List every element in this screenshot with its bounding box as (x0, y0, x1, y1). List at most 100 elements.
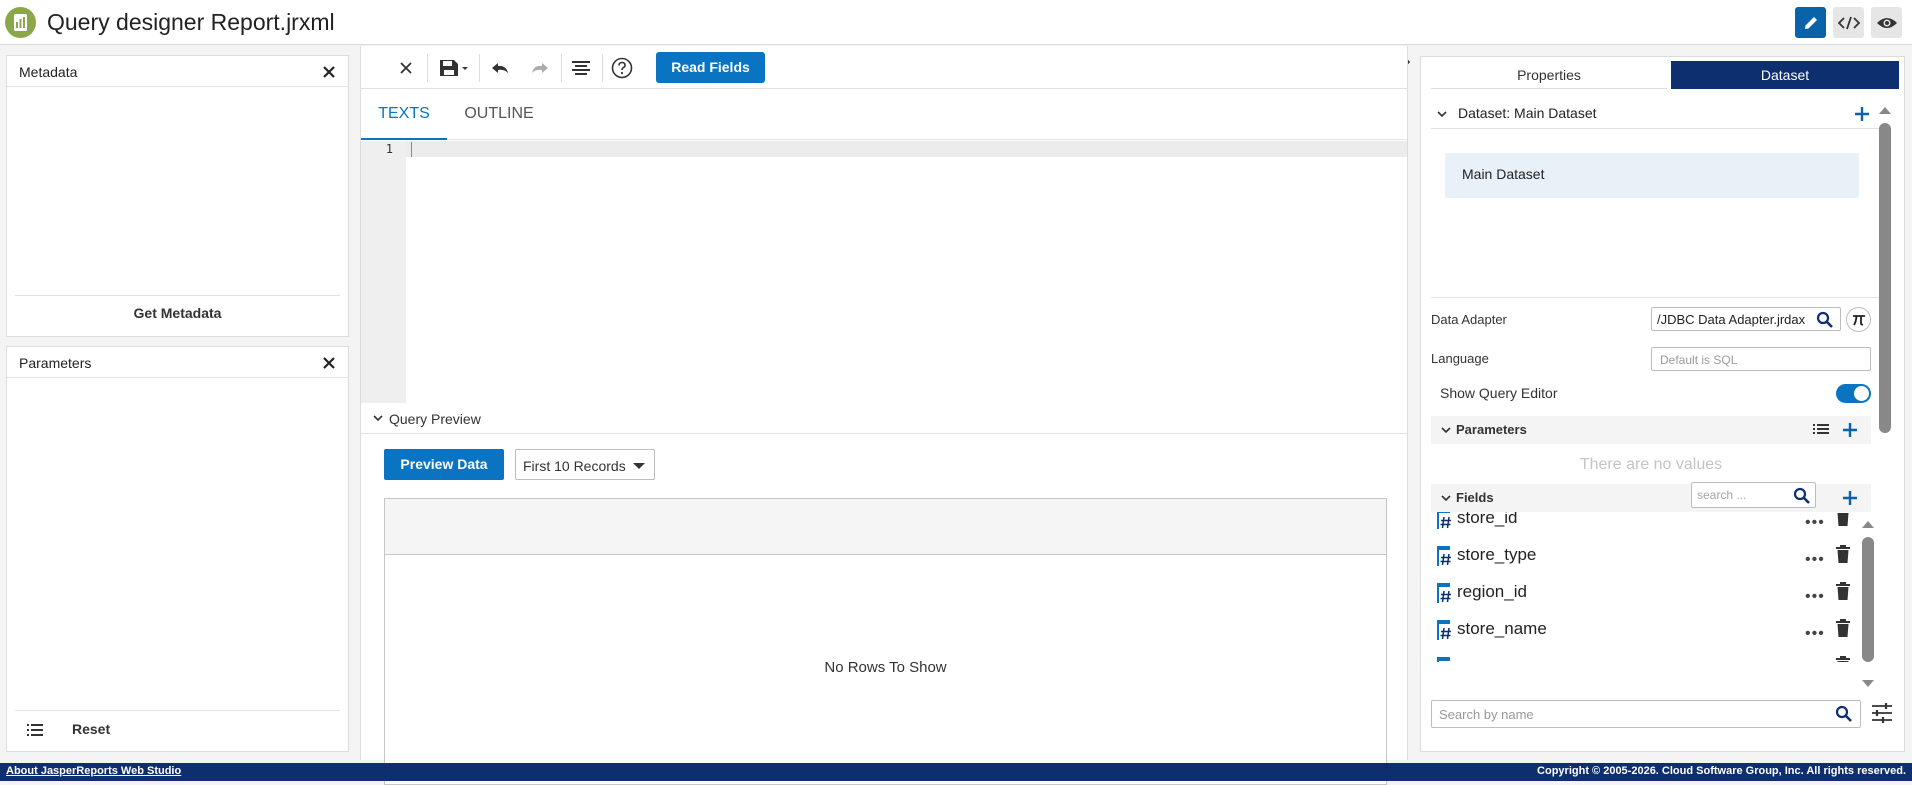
dataset-item[interactable]: Main Dataset (1445, 153, 1859, 198)
metadata-panel-header: Metadata (7, 56, 348, 87)
get-metadata-button[interactable]: Get Metadata (15, 295, 340, 329)
dataset-header[interactable]: Dataset: Main Dataset (1431, 99, 1879, 129)
line-number: 1 (385, 142, 393, 156)
trash-icon[interactable] (1836, 619, 1850, 637)
tab-texts[interactable]: TEXTS (361, 90, 447, 140)
data-adapter-label: Data Adapter (1431, 312, 1507, 327)
reset-button[interactable]: Reset (72, 721, 110, 737)
redo-button[interactable] (527, 54, 553, 82)
read-fields-button[interactable]: Read Fields (656, 52, 765, 83)
list-icon[interactable] (1813, 423, 1829, 435)
format-button[interactable] (568, 54, 594, 82)
field-name: store_type (1457, 545, 1537, 564)
parameters-section-title: Parameters (1456, 422, 1527, 437)
no-parameters-message: There are no values (1579, 456, 1723, 473)
fields-section-title: Fields (1456, 490, 1494, 505)
close-icon[interactable] (322, 356, 336, 370)
query-preview-header[interactable]: Query Preview (361, 404, 1407, 434)
parameters-panel: Parameters Reset (6, 346, 349, 752)
query-editor-area: Read Fields TEXTS OUTLINE 1 Query Previe… (360, 46, 1408, 785)
chevron-down-icon (1441, 495, 1451, 502)
filter-settings-icon[interactable] (1871, 702, 1893, 724)
format-text-icon (572, 61, 590, 75)
fields-search-input[interactable]: search ... (1691, 482, 1816, 508)
scroll-up-icon[interactable] (1861, 519, 1875, 529)
app-footer: About JasperReports Web Studio Copyright… (0, 763, 1912, 781)
fields-list: store_id ••• store_type ••• region_id ••• stor… (1421, 512, 1861, 662)
trash-icon[interactable] (1836, 545, 1850, 563)
show-query-editor-label: Show Query Editor (1440, 385, 1558, 401)
trash-icon[interactable] (1836, 656, 1850, 662)
field-name: store_id (1457, 512, 1518, 527)
search-icon[interactable] (1816, 311, 1834, 329)
preview-grid: No Rows To Show (384, 498, 1387, 785)
list-item[interactable]: region_id ••• (1431, 580, 1851, 616)
parameters-title: Parameters (19, 355, 92, 371)
preview-mode-button[interactable] (1871, 7, 1902, 38)
trash-icon[interactable] (1836, 512, 1850, 526)
tab-outline[interactable]: OUTLINE (459, 90, 539, 140)
eye-icon (1876, 17, 1897, 28)
line-gutter: 1 (361, 141, 406, 403)
numeric-field-icon (1437, 620, 1451, 640)
records-select-value: First 10 Records (523, 458, 626, 474)
editor-tabs: TEXTS OUTLINE (361, 90, 1407, 140)
help-button[interactable] (609, 54, 635, 82)
properties-panel: Properties Dataset Dataset: Main Dataset… (1420, 56, 1905, 752)
more-options-icon[interactable]: ••• (1805, 588, 1825, 606)
about-link[interactable]: About JasperReports Web Studio (6, 765, 181, 777)
page-title: Query designer Report.jrxml (47, 9, 335, 35)
parameters-section-header[interactable]: Parameters (1431, 416, 1871, 444)
text-cursor (411, 142, 412, 157)
scroll-down-icon[interactable] (1861, 679, 1875, 689)
trash-icon[interactable] (1836, 582, 1850, 600)
preview-data-button[interactable]: Preview Data (384, 449, 504, 480)
more-options-icon[interactable]: ••• (1805, 514, 1825, 532)
list-item[interactable]: store_name ••• (1431, 617, 1851, 653)
dataset-title: Dataset: Main Dataset (1458, 105, 1597, 121)
fields-section-header[interactable]: Fields search ... (1431, 482, 1871, 512)
more-options-icon[interactable]: ••• (1805, 625, 1825, 643)
active-line (406, 141, 1407, 157)
add-field-icon[interactable] (1841, 489, 1859, 507)
field-name: region_id (1457, 582, 1527, 601)
tab-properties[interactable]: Properties (1431, 61, 1667, 89)
numeric-field-icon (1437, 512, 1451, 529)
undo-button[interactable] (487, 54, 513, 82)
dataset-scrollbar[interactable] (1879, 123, 1891, 433)
caret-down-icon (633, 463, 645, 469)
tab-dataset[interactable]: Dataset (1671, 61, 1899, 89)
expression-button[interactable] (1846, 307, 1871, 332)
query-text-editor[interactable]: 1 (361, 141, 1407, 403)
add-parameter-icon[interactable] (1841, 421, 1859, 439)
search-icon[interactable] (1835, 705, 1853, 723)
chevron-down-icon (1441, 427, 1451, 434)
data-adapter-value: /JDBC Data Adapter.jrdax (1657, 312, 1805, 327)
parameters-footer: Reset (15, 710, 340, 750)
close-icon (400, 62, 412, 74)
save-menu-button[interactable] (437, 54, 471, 82)
records-select[interactable]: First 10 Records (515, 449, 655, 480)
numeric-field-icon (1437, 583, 1451, 603)
close-icon[interactable] (322, 65, 336, 79)
close-button[interactable] (394, 54, 418, 82)
search-by-name-input[interactable]: Search by name (1431, 700, 1861, 728)
scroll-up-icon[interactable] (1878, 105, 1892, 115)
language-placeholder: Default is SQL (1660, 353, 1738, 367)
list-icon[interactable] (27, 723, 43, 737)
list-item[interactable]: store_type ••• (1431, 543, 1851, 579)
dataset-item-label: Main Dataset (1462, 166, 1545, 182)
show-query-editor-toggle[interactable] (1836, 384, 1871, 403)
more-options-icon[interactable]: ••• (1805, 551, 1825, 569)
search-by-name-placeholder: Search by name (1439, 707, 1534, 722)
list-item[interactable]: ••• (1431, 654, 1851, 662)
language-input[interactable]: Default is SQL (1651, 347, 1871, 371)
data-adapter-field[interactable]: /JDBC Data Adapter.jrdax (1651, 307, 1841, 331)
add-dataset-icon[interactable] (1853, 105, 1871, 123)
list-item[interactable]: store_id ••• (1431, 512, 1851, 542)
search-icon[interactable] (1793, 487, 1811, 505)
redo-icon (532, 63, 548, 73)
fields-scrollbar[interactable] (1862, 537, 1874, 662)
edit-mode-button[interactable] (1795, 7, 1826, 38)
source-mode-button[interactable] (1833, 7, 1864, 38)
